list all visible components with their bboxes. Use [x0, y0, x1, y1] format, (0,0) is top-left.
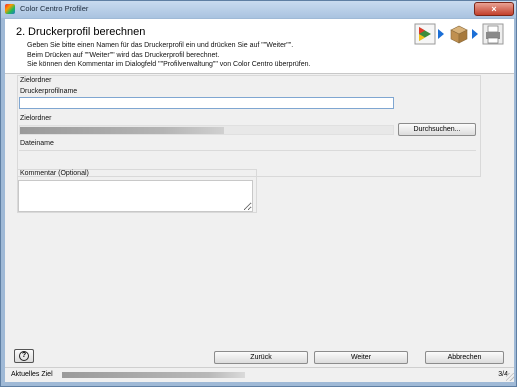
- step-chart-icon: [414, 23, 436, 45]
- comment-label: Kommentar (Optional): [20, 170, 89, 177]
- profile-name-label: Druckerprofilname: [20, 88, 78, 95]
- help-button[interactable]: ?: [14, 349, 34, 363]
- wizard-header: 2. Druckerprofil berechnen Geben Sie bit…: [5, 19, 514, 74]
- next-button[interactable]: Weiter: [314, 351, 408, 364]
- instruction-line-3: Sie können den Kommentar im Dialogfeld "…: [27, 61, 311, 68]
- target-group-title: Zielordner: [20, 77, 52, 84]
- page-title: Druckerprofil berechnen: [28, 26, 146, 38]
- filename-label: Dateiname: [20, 140, 54, 147]
- browse-button[interactable]: Durchsuchen...: [398, 123, 476, 136]
- profile-name-input[interactable]: [19, 97, 394, 109]
- help-icon: ?: [19, 351, 29, 361]
- status-label: Aktuelles Ziel: [11, 371, 53, 378]
- step-package-icon: [450, 25, 468, 44]
- status-bar: Aktuelles Ziel 3/4: [5, 367, 514, 381]
- folder-label: Zielordner: [20, 115, 52, 122]
- wizard-step-indicator: [414, 23, 510, 47]
- step-printer-icon: [482, 23, 504, 45]
- step-number: 2.: [16, 26, 26, 38]
- resize-grip-icon[interactable]: [506, 373, 514, 381]
- window-title: Color Centro Profiler: [20, 4, 89, 13]
- step-arrow-icon: [472, 29, 478, 39]
- folder-path-field: [19, 125, 394, 135]
- dialog-client-area: 2. Druckerprofil berechnen Geben Sie bit…: [5, 19, 514, 382]
- comment-textarea[interactable]: [18, 180, 253, 212]
- folder-path-value: [20, 127, 224, 134]
- color-centro-app-icon: [5, 4, 15, 14]
- app-window: Color Centro Profiler × 2. Druckerprofil…: [0, 0, 517, 387]
- filename-divider: [19, 150, 476, 151]
- title-bar[interactable]: Color Centro Profiler ×: [1, 1, 516, 18]
- instruction-line-1: Geben Sie bitte einen Namen für das Druc…: [27, 42, 294, 49]
- close-button[interactable]: ×: [474, 2, 514, 16]
- current-target-path: [62, 372, 245, 378]
- instruction-line-2: Beim Drücken auf ""Weiter"" wird das Dru…: [27, 52, 220, 59]
- step-arrow-icon: [438, 29, 444, 39]
- back-button[interactable]: Zurück: [214, 351, 308, 364]
- cancel-button[interactable]: Abbrechen: [425, 351, 504, 364]
